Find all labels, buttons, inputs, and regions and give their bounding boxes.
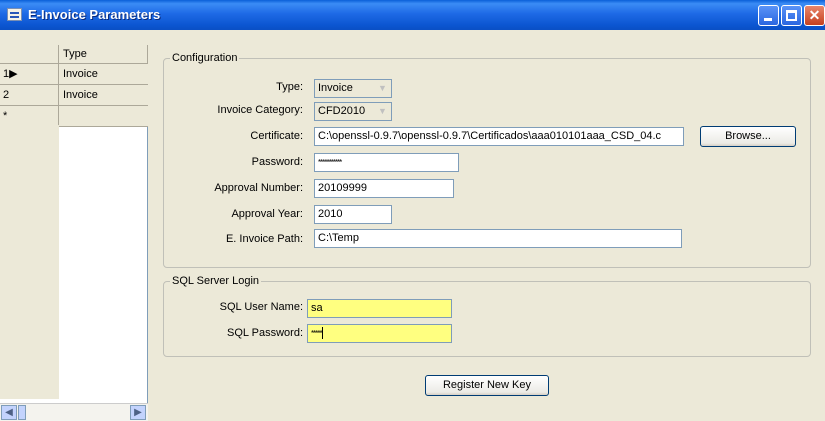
scroll-thumb[interactable] — [18, 405, 26, 420]
sql-server-login-group: SQL Server Login — [163, 275, 811, 357]
certificate-label: Certificate: — [250, 130, 303, 142]
approval-number-field[interactable]: 20109999 — [314, 179, 454, 198]
horizontal-scrollbar[interactable]: ◀ ▶ — [0, 403, 148, 421]
register-new-key-button[interactable]: Register New Key — [425, 375, 549, 396]
table-row-new[interactable]: * — [0, 106, 148, 127]
grid-cell-type[interactable]: Invoice — [59, 85, 148, 106]
grid-cell-type[interactable] — [59, 106, 148, 127]
e-invoice-parameters-window: E-Invoice Parameters ✕ Type 1▶ Invoice 2… — [0, 0, 825, 421]
type-select-value: Invoice — [318, 82, 353, 94]
scroll-right-icon[interactable]: ▶ — [130, 405, 146, 420]
password-label: Password: — [251, 156, 303, 168]
invoice-path-field[interactable]: C:\Temp — [314, 229, 682, 248]
new-row-header[interactable]: * — [0, 106, 59, 127]
close-icon: ✕ — [808, 7, 821, 23]
chevron-down-icon[interactable]: ▼ — [376, 105, 389, 118]
certificate-field[interactable]: C:\openssl-0.9.7\openssl-0.9.7\Certifica… — [314, 127, 684, 146]
invoice-category-value: CFD2010 — [318, 105, 366, 117]
invoice-type-grid[interactable]: Type 1▶ Invoice 2 Invoice * ◀ ▶ — [0, 45, 148, 421]
invoice-path-label: E. Invoice Path: — [225, 233, 303, 245]
row-header[interactable]: 1▶ — [0, 64, 59, 85]
row-header-area — [0, 125, 59, 399]
title-bar[interactable]: E-Invoice Parameters ✕ — [0, 0, 825, 30]
password-field[interactable]: *********** — [314, 153, 459, 172]
grid-column-header-type[interactable]: Type — [59, 45, 148, 64]
sql-password-label: SQL Password: — [226, 327, 303, 339]
browse-button[interactable]: Browse... — [700, 126, 796, 147]
table-row[interactable]: 1▶ Invoice — [0, 64, 148, 85]
approval-number-label: Approval Number: — [214, 182, 303, 194]
sql-password-field[interactable]: ***** — [307, 324, 452, 343]
scroll-left-icon[interactable]: ◀ — [1, 405, 17, 420]
maximize-button[interactable] — [781, 5, 802, 26]
configuration-legend: Configuration — [172, 52, 238, 64]
approval-year-field[interactable]: 2010 — [314, 205, 392, 224]
table-row[interactable]: 2 Invoice — [0, 85, 148, 106]
sql-server-login-legend: SQL Server Login — [172, 275, 260, 287]
chevron-down-icon[interactable]: ▼ — [376, 82, 389, 95]
minimize-button[interactable] — [758, 5, 779, 26]
sql-password-value: ***** — [311, 329, 323, 338]
type-label: Type: — [276, 81, 303, 93]
sql-user-name-label: SQL User Name: — [219, 301, 303, 313]
close-button[interactable]: ✕ — [804, 5, 825, 26]
row-header[interactable]: 2 — [0, 85, 59, 106]
approval-year-label: Approval Year: — [231, 208, 303, 220]
app-icon — [7, 8, 22, 21]
grid-corner-header — [0, 45, 59, 64]
window-title: E-Invoice Parameters — [28, 7, 161, 22]
text-caret — [321, 327, 323, 340]
grid-cell-type[interactable]: Invoice — [59, 64, 148, 85]
invoice-category-select[interactable]: CFD2010 ▼ — [314, 102, 392, 121]
sql-user-name-field[interactable]: sa — [307, 299, 452, 318]
type-select[interactable]: Invoice ▼ — [314, 79, 392, 98]
invoice-category-label: Invoice Category: — [217, 104, 303, 116]
